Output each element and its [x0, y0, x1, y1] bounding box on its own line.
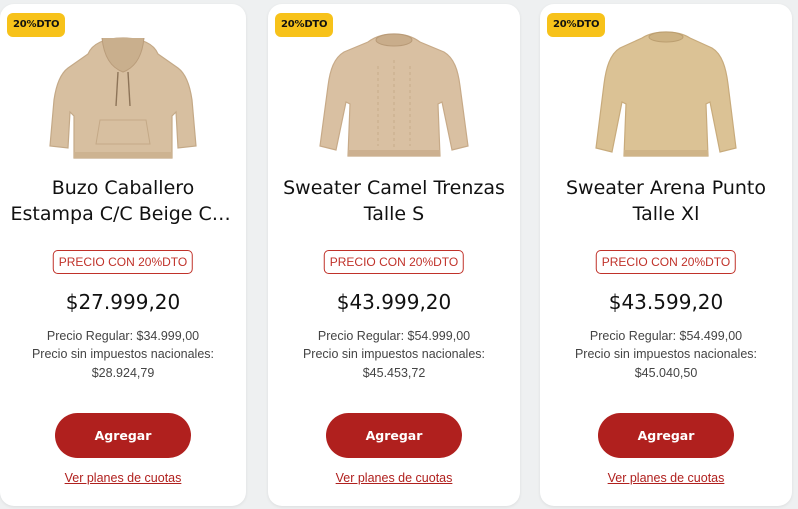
no-tax-price-value: $28.924,79: [91, 366, 155, 380]
add-to-cart-button[interactable]: Agregar: [598, 413, 734, 458]
product-price: $27.999,20: [65, 290, 181, 314]
product-title[interactable]: Sweater Camel Trenzas Talle S: [278, 175, 510, 227]
product-price: $43.999,20: [336, 290, 452, 314]
regular-price: Precio Regular: $54.999,00: [317, 329, 471, 343]
no-tax-price-value: $45.453,72: [362, 366, 426, 380]
regular-price: Precio Regular: $34.999,00: [46, 329, 200, 343]
sweater-icon[interactable]: [540, 16, 792, 166]
product-price: $43.599,20: [608, 290, 724, 314]
hoodie-icon[interactable]: [0, 16, 246, 166]
installments-link[interactable]: Ver planes de cuotas: [268, 471, 520, 485]
product-card[interactable]: 20%DTO Sweater Arena Punto Talle Xl PREC…: [540, 4, 792, 506]
no-tax-price-label: Precio sin impuestos nacionales:: [302, 347, 486, 361]
installments-link[interactable]: Ver planes de cuotas: [540, 471, 792, 485]
regular-price: Precio Regular: $54.499,00: [589, 329, 743, 343]
product-title[interactable]: Buzo Caballero Estampa C/C Beige Con Cap…: [10, 175, 236, 227]
add-to-cart-button[interactable]: Agregar: [55, 413, 191, 458]
no-tax-price-label: Precio sin impuestos nacionales:: [574, 347, 758, 361]
product-title[interactable]: Sweater Arena Punto Talle Xl: [550, 175, 782, 227]
add-to-cart-button[interactable]: Agregar: [326, 413, 462, 458]
sweater-icon[interactable]: [268, 16, 520, 166]
product-card[interactable]: 20%DTO Sweater Camel Trenzas Talle S PRE…: [268, 4, 520, 506]
product-card[interactable]: 20%DTO Buzo Caballero Estampa C/C Beige …: [0, 4, 246, 506]
installments-link[interactable]: Ver planes de cuotas: [0, 471, 246, 485]
promo-price-label: PRECIO CON 20%DTO: [52, 250, 194, 274]
promo-price-label: PRECIO CON 20%DTO: [595, 250, 737, 274]
no-tax-price-value: $45.040,50: [634, 366, 698, 380]
no-tax-price-label: Precio sin impuestos nacionales:: [31, 347, 215, 361]
promo-price-label: PRECIO CON 20%DTO: [323, 250, 465, 274]
